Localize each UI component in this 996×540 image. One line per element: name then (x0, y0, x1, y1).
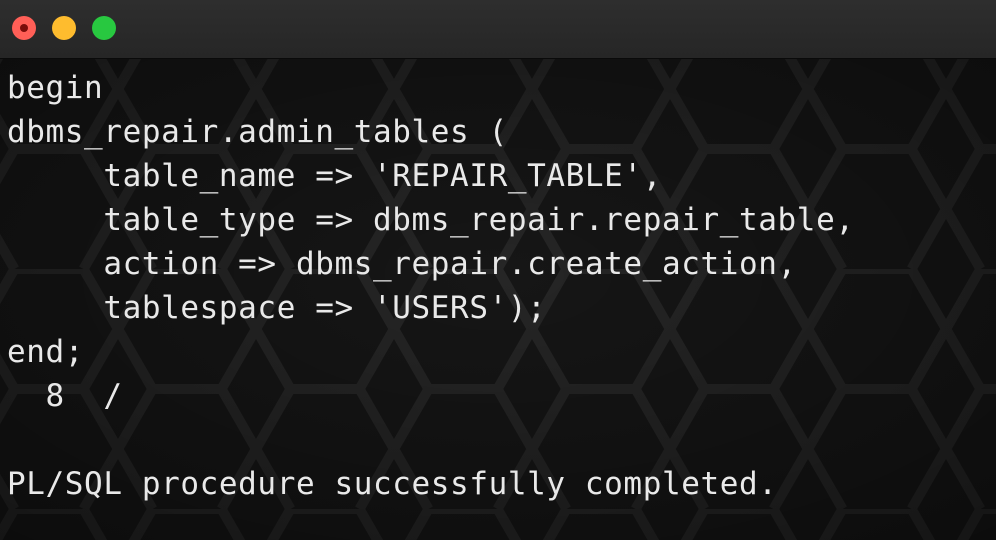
terminal-line: end; (7, 334, 85, 370)
terminal-line: begin (7, 70, 104, 106)
terminal-line: table_type => dbms_repair.repair_table, (7, 202, 855, 238)
terminal-line: PL/SQL procedure successfully completed. (7, 466, 778, 502)
maximize-button[interactable] (92, 16, 116, 40)
terminal-line: action => dbms_repair.create_action, (7, 246, 797, 282)
minimize-button[interactable] (52, 16, 76, 40)
terminal-window: begin dbms_repair.admin_tables ( table_na… (0, 0, 996, 540)
terminal-line: tablespace => 'USERS'); (7, 290, 547, 326)
title-bar (0, 0, 996, 59)
terminal-line: 8 / (7, 378, 123, 414)
terminal-line: table_name => 'REPAIR_TABLE', (7, 158, 662, 194)
close-button[interactable] (12, 16, 36, 40)
terminal-line: dbms_repair.admin_tables ( (7, 114, 508, 150)
terminal-output[interactable]: begin dbms_repair.admin_tables ( table_na… (7, 66, 992, 536)
close-icon (20, 24, 28, 32)
